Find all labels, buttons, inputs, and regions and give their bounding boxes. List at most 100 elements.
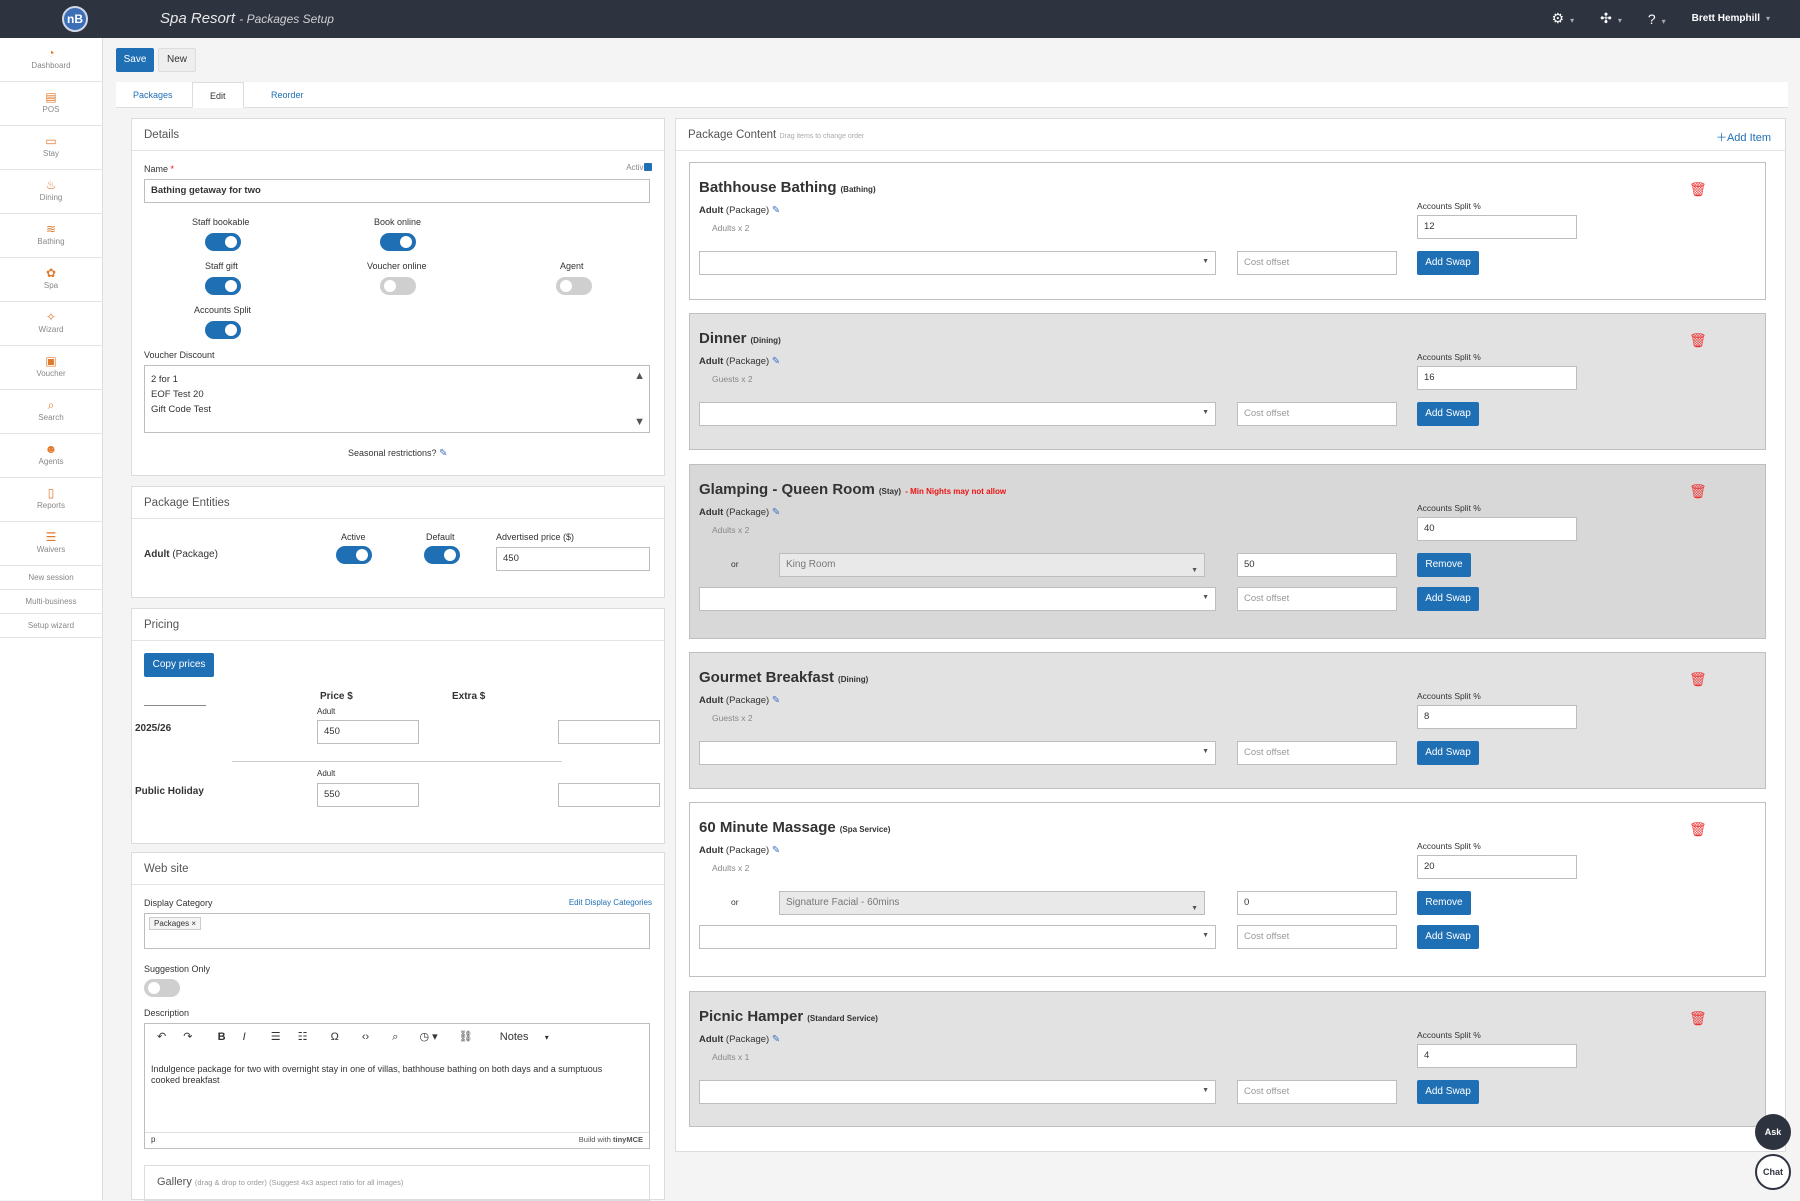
new-button[interactable]: New: [158, 48, 196, 72]
package-item-card[interactable]: Glamping - Queen Room (Stay) - Min Nights…: [689, 464, 1766, 639]
trash-icon[interactable]: 🗑: [1689, 181, 1707, 198]
entity-active-toggle[interactable]: [336, 546, 372, 564]
remove-chip-icon[interactable]: ×: [191, 919, 196, 928]
cost-offset-input[interactable]: Cost offset: [1237, 741, 1397, 765]
trash-icon[interactable]: 🗑: [1689, 821, 1707, 838]
sidebar-item-dashboard[interactable]: ◔ Dashboard: [0, 38, 102, 82]
save-button[interactable]: Save: [116, 48, 154, 72]
italic-icon[interactable]: I: [243, 1031, 246, 1043]
tab-edit[interactable]: Edit: [192, 82, 244, 108]
add-swap-button[interactable]: Add Swap: [1417, 402, 1479, 426]
bullet-list-icon[interactable]: ☰: [271, 1030, 281, 1043]
name-input[interactable]: Bathing getaway for two: [144, 179, 650, 203]
extra-input[interactable]: [558, 720, 660, 744]
cost-offset-input[interactable]: Cost offset: [1237, 1080, 1397, 1104]
package-item-card[interactable]: Picnic Hamper (Standard Service) Adult (P…: [689, 991, 1766, 1127]
voucher-discount-list[interactable]: 2 for 1 EOF Test 20 Gift Code Test ▲ ▼: [144, 365, 650, 433]
package-item-card[interactable]: Bathhouse Bathing (Bathing) Adult (Packag…: [689, 162, 1766, 300]
pencil-icon[interactable]: ✎: [772, 1034, 780, 1045]
accounts-split-input[interactable]: 16: [1417, 366, 1577, 390]
voucher-option[interactable]: 2 for 1: [151, 372, 643, 387]
sidebar-item-search[interactable]: ⌕ Search: [0, 390, 102, 434]
swap-cost-input[interactable]: 50: [1237, 553, 1397, 577]
accounts-split-input[interactable]: 4: [1417, 1044, 1577, 1068]
price-input[interactable]: 450: [317, 720, 419, 744]
scroll-up-icon[interactable]: ▲: [634, 369, 645, 384]
cost-offset-input[interactable]: Cost offset: [1237, 587, 1397, 611]
edit-display-categories-link[interactable]: Edit Display Categories: [569, 898, 652, 907]
sidebar-item-waivers[interactable]: ☰ Waivers: [0, 522, 102, 566]
pencil-icon[interactable]: ✎: [772, 845, 780, 856]
package-item-card[interactable]: Gourmet Breakfast (Dining) Adult (Package…: [689, 652, 1766, 789]
book-online-toggle[interactable]: [380, 233, 416, 251]
sidebar-link[interactable]: New session: [0, 566, 102, 590]
pencil-icon[interactable]: ✎: [439, 448, 447, 459]
add-swap-button[interactable]: Add Swap: [1417, 1080, 1479, 1104]
remove-swap-button[interactable]: Remove: [1417, 553, 1471, 577]
accounts-split-input[interactable]: 20: [1417, 855, 1577, 879]
swap-item-select[interactable]: ▼: [699, 587, 1216, 611]
numbered-list-icon[interactable]: ☷: [298, 1030, 308, 1043]
swap-item-select[interactable]: ▼: [699, 1080, 1216, 1104]
trash-icon[interactable]: 🗑: [1689, 483, 1707, 500]
description-text[interactable]: Indulgence package for two with overnigh…: [151, 1064, 621, 1086]
bold-icon[interactable]: B: [218, 1031, 226, 1043]
sidebar-item-stay[interactable]: ▭ Stay: [0, 126, 102, 170]
accounts-split-input[interactable]: 12: [1417, 215, 1577, 239]
swap-cost-input[interactable]: 0: [1237, 891, 1397, 915]
chat-button[interactable]: Chat: [1755, 1154, 1791, 1190]
special-char-icon[interactable]: Ω: [331, 1031, 339, 1043]
add-swap-button[interactable]: Add Swap: [1417, 741, 1479, 765]
staff-gift-toggle[interactable]: [205, 277, 241, 295]
voucher-option[interactable]: Gift Code Test: [151, 402, 643, 417]
display-category-input[interactable]: Packages ×: [144, 913, 650, 949]
extra-input[interactable]: [558, 783, 660, 807]
find-icon[interactable]: ⌕: [392, 1031, 398, 1044]
description-editor[interactable]: ↶ ↷ B I ☰ ☷ Ω ‹› ⌕ ◷ ▾ ⛓ Notes ▾ Indulge…: [144, 1023, 650, 1149]
cost-offset-input[interactable]: Cost offset: [1237, 402, 1397, 426]
trash-icon[interactable]: 🗑: [1689, 671, 1707, 688]
add-item-button[interactable]: ＋Add Item: [1716, 129, 1771, 145]
sidebar-item-agents[interactable]: ☻ Agents: [0, 434, 102, 478]
remove-swap-button[interactable]: Remove: [1417, 891, 1471, 915]
swap-item-select[interactable]: ▼: [699, 251, 1216, 275]
active-checkbox[interactable]: [644, 163, 652, 171]
add-swap-button[interactable]: Add Swap: [1417, 251, 1479, 275]
tools-icon[interactable]: ✣ ▾: [1600, 10, 1622, 27]
entity-default-toggle[interactable]: [424, 546, 460, 564]
pencil-icon[interactable]: ✎: [772, 695, 780, 706]
cost-offset-input[interactable]: Cost offset: [1237, 925, 1397, 949]
code-icon[interactable]: ‹›: [362, 1031, 369, 1043]
advertised-price-input[interactable]: 450: [496, 547, 650, 571]
sidebar-item-bathing[interactable]: ≋ Bathing: [0, 214, 102, 258]
tab-packages[interactable]: Packages: [116, 82, 190, 108]
accounts-split-input[interactable]: 8: [1417, 705, 1577, 729]
settings-icon[interactable]: ⚙ ▾: [1552, 10, 1575, 27]
swap-item-select[interactable]: ▼: [699, 925, 1216, 949]
tab-reorder[interactable]: Reorder: [254, 82, 321, 108]
sidebar-item-wizard[interactable]: ✧ Wizard: [0, 302, 102, 346]
trash-icon[interactable]: 🗑: [1689, 332, 1707, 349]
add-swap-button[interactable]: Add Swap: [1417, 587, 1479, 611]
price-input[interactable]: 550: [317, 783, 419, 807]
staff-bookable-toggle[interactable]: [205, 233, 241, 251]
redo-icon[interactable]: ↷: [183, 1030, 192, 1043]
agent-toggle[interactable]: [556, 277, 592, 295]
add-swap-button[interactable]: Add Swap: [1417, 925, 1479, 949]
notes-menu[interactable]: Notes ▾: [500, 1031, 549, 1043]
voucher-option[interactable]: EOF Test 20: [151, 387, 643, 402]
cost-offset-input[interactable]: Cost offset: [1237, 251, 1397, 275]
sidebar-item-dining[interactable]: ♨ Dining: [0, 170, 102, 214]
trash-icon[interactable]: 🗑: [1689, 1010, 1707, 1027]
accounts-split-input[interactable]: 40: [1417, 517, 1577, 541]
sidebar-item-spa[interactable]: ✿ Spa: [0, 258, 102, 302]
ask-button[interactable]: Ask: [1755, 1114, 1791, 1150]
swap-item-select[interactable]: ▼: [699, 402, 1216, 426]
accounts-split-toggle[interactable]: [205, 321, 241, 339]
seasonal-restrictions-link[interactable]: Seasonal restrictions? ✎: [348, 448, 447, 459]
clock-icon[interactable]: ◷ ▾: [420, 1030, 438, 1043]
sidebar-link[interactable]: Multi-business: [0, 590, 102, 614]
pencil-icon[interactable]: ✎: [772, 356, 780, 367]
app-logo[interactable]: nB: [62, 6, 88, 32]
sidebar-link[interactable]: Setup wizard: [0, 614, 102, 638]
